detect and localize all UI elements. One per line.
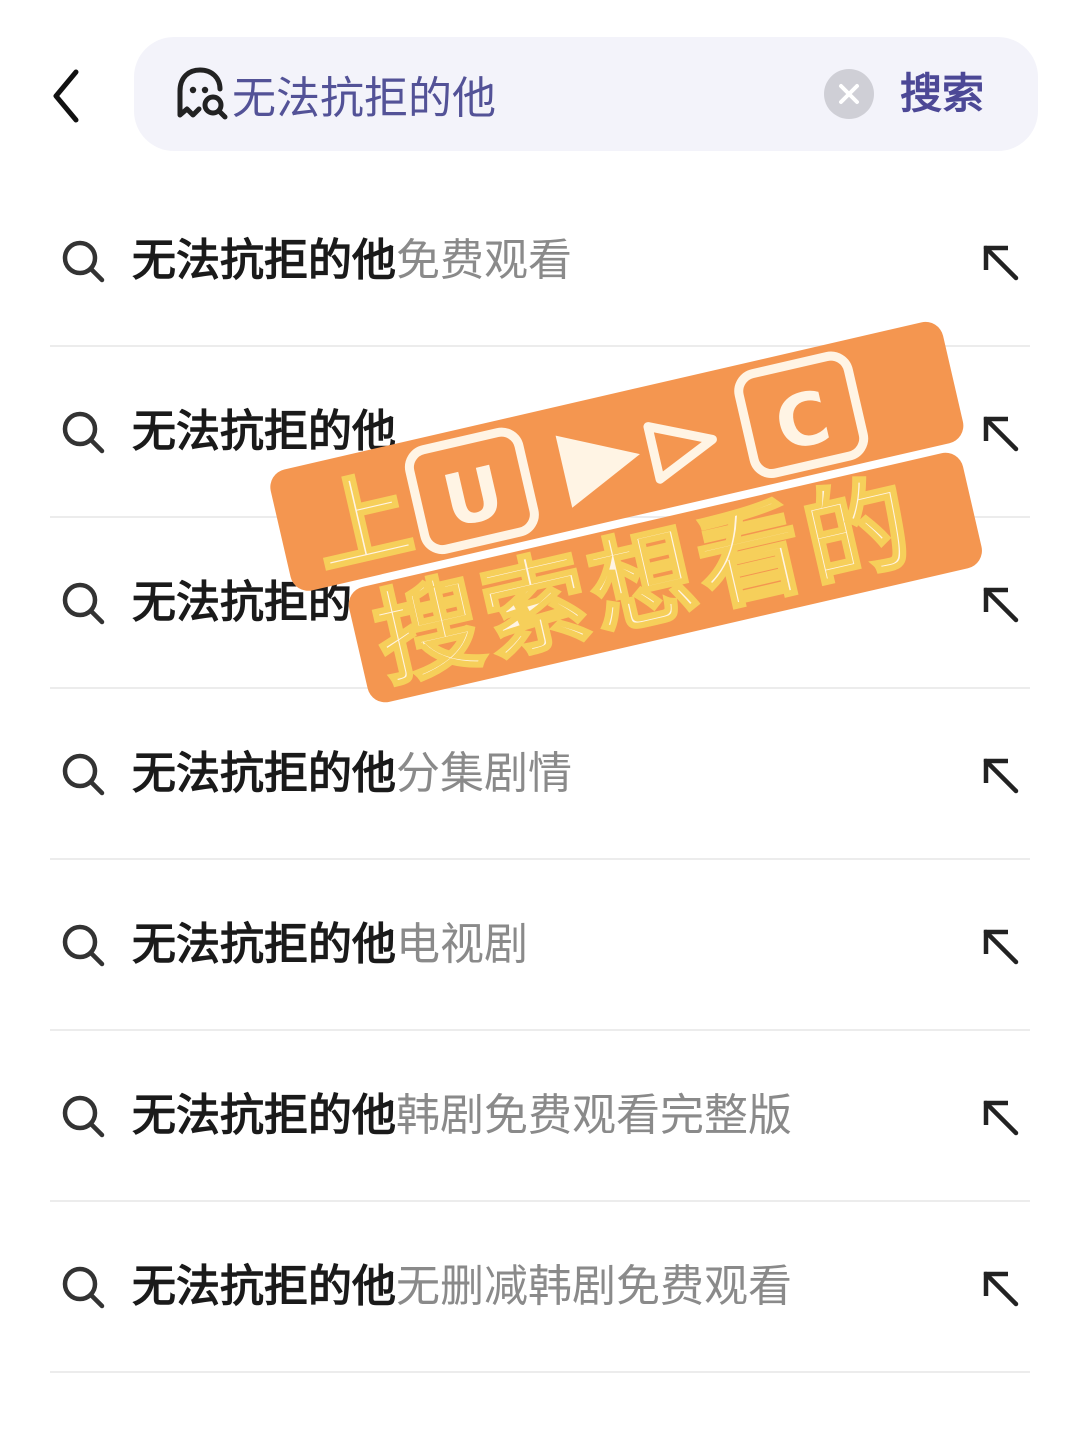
- suggestion-list: 无法抗拒的他免费观看 无法抗拒的他 无法抗拒的 无法抗拒的他分集剧情 无法抗拒的他电视剧…: [0, 176, 1080, 1373]
- search-button[interactable]: 搜索: [900, 63, 984, 125]
- divider: [50, 1371, 1030, 1373]
- search-icon: [62, 240, 105, 283]
- suggestion-suffix: 免费观看: [396, 235, 572, 286]
- suggestion-item[interactable]: 无法抗拒的: [0, 518, 1080, 689]
- arrow-up-left-icon[interactable]: [978, 1095, 1022, 1139]
- suggestion-suffix: 电视剧: [396, 919, 528, 970]
- search-icon: [62, 411, 105, 454]
- arrow-up-left-icon[interactable]: [978, 240, 1022, 284]
- suggestion-query: 无法抗拒的他: [132, 1090, 396, 1141]
- suggestion-item[interactable]: 无法抗拒的他免费观看: [0, 176, 1080, 347]
- back-button[interactable]: [40, 62, 96, 130]
- arrow-up-left-icon[interactable]: [978, 1266, 1022, 1310]
- suggestion-text: 无法抗拒的他: [132, 397, 396, 467]
- top-bar: 搜索: [0, 0, 1080, 190]
- search-icon: [62, 1095, 105, 1138]
- suggestion-item[interactable]: 无法抗拒的他无删减韩剧免费观看: [0, 1202, 1080, 1373]
- suggestion-item[interactable]: 无法抗拒的他: [0, 347, 1080, 518]
- search-box[interactable]: 搜索: [134, 37, 1038, 151]
- suggestion-item[interactable]: 无法抗拒的他电视剧: [0, 860, 1080, 1031]
- suggestion-query: 无法抗拒的他: [132, 919, 396, 970]
- suggestion-item[interactable]: 无法抗拒的他韩剧免费观看完整版: [0, 1031, 1080, 1202]
- search-input[interactable]: [232, 59, 792, 129]
- suggestion-item[interactable]: 无法抗拒的他分集剧情: [0, 689, 1080, 860]
- suggestion-text: 无法抗拒的他无删减韩剧免费观看: [132, 1252, 792, 1322]
- suggestion-text: 无法抗拒的他电视剧: [132, 910, 528, 980]
- suggestion-text: 无法抗拒的: [132, 568, 352, 638]
- search-icon: [62, 924, 105, 967]
- arrow-up-left-icon[interactable]: [978, 582, 1022, 626]
- suggestion-query: 无法抗拒的: [132, 577, 352, 628]
- suggestion-text: 无法抗拒的他分集剧情: [132, 739, 572, 809]
- chevron-left-icon: [53, 69, 79, 123]
- suggestion-suffix: 韩剧免费观看完整版: [396, 1090, 792, 1141]
- suggestion-text: 无法抗拒的他免费观看: [132, 226, 572, 296]
- suggestion-query: 无法抗拒的他: [132, 235, 396, 286]
- suggestion-query: 无法抗拒的他: [132, 748, 396, 799]
- suggestion-suffix: 无删减韩剧免费观看: [396, 1261, 792, 1312]
- arrow-up-left-icon[interactable]: [978, 753, 1022, 797]
- suggestion-query: 无法抗拒的他: [132, 1261, 396, 1312]
- search-icon: [62, 753, 105, 796]
- search-icon: [62, 1266, 105, 1309]
- suggestion-suffix: 分集剧情: [396, 748, 572, 799]
- clear-button[interactable]: [824, 69, 874, 119]
- arrow-up-left-icon[interactable]: [978, 411, 1022, 455]
- arrow-up-left-icon[interactable]: [978, 924, 1022, 968]
- suggestion-text: 无法抗拒的他韩剧免费观看完整版: [132, 1081, 792, 1151]
- suggestion-query: 无法抗拒的他: [132, 406, 396, 457]
- ghost-search-icon: [177, 67, 228, 120]
- clear-x-icon: [839, 84, 859, 104]
- search-icon: [62, 582, 105, 625]
